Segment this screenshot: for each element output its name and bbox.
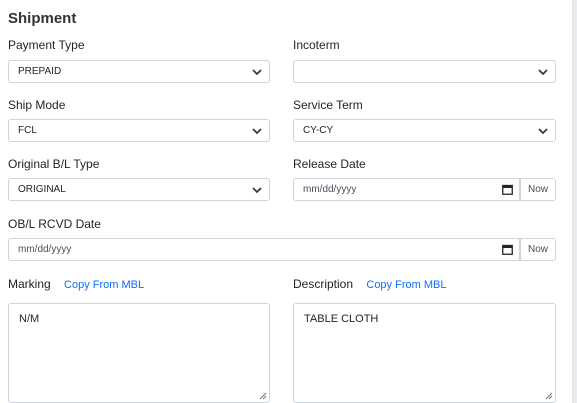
marking-label-row: Marking Copy From MBL [8, 277, 144, 291]
chevron-down-icon [252, 69, 262, 76]
calendar-icon[interactable] [502, 184, 513, 195]
original-bl-type-label: Original B/L Type [8, 157, 100, 171]
ship-mode-select[interactable]: FCL [8, 119, 270, 142]
payment-type-label: Payment Type [8, 38, 85, 52]
marking-textarea[interactable]: N/M [8, 303, 270, 403]
chevron-down-icon [252, 187, 262, 194]
release-date-label: Release Date [293, 157, 366, 171]
description-label: Description [293, 277, 354, 291]
description-textarea[interactable]: TABLE CLOTH [293, 303, 556, 403]
shipment-panel: Shipment Payment Type PREPAID Incoterm S… [0, 0, 572, 403]
ship-mode-value: FCL [18, 125, 37, 136]
payment-type-value: PREPAID [18, 66, 62, 77]
obl-rcvd-date-placeholder: mm/dd/yyyy [18, 244, 72, 255]
marking-value: N/M [19, 313, 40, 325]
ship-mode-label: Ship Mode [8, 98, 66, 112]
service-term-label: Service Term [293, 98, 363, 112]
payment-type-select[interactable]: PREPAID [8, 60, 270, 83]
marking-copy-from-mbl-link[interactable]: Copy From MBL [64, 279, 144, 291]
chevron-down-icon [538, 69, 548, 76]
description-copy-from-mbl-link[interactable]: Copy From MBL [366, 279, 446, 291]
original-bl-type-select[interactable]: ORIGINAL [8, 178, 270, 201]
chevron-down-icon [252, 128, 262, 135]
description-value: TABLE CLOTH [304, 313, 379, 325]
description-label-row: Description Copy From MBL [293, 277, 446, 291]
chevron-down-icon [538, 128, 548, 135]
resize-grip-icon[interactable] [259, 392, 267, 400]
release-date-placeholder: mm/dd/yyyy [303, 184, 357, 195]
incoterm-label: Incoterm [293, 38, 340, 52]
scrollbar-track[interactable] [572, 0, 577, 403]
obl-rcvd-date-input[interactable]: mm/dd/yyyy [8, 238, 520, 261]
marking-label: Marking [8, 277, 51, 291]
section-title: Shipment [8, 10, 77, 27]
resize-grip-icon[interactable] [545, 392, 553, 400]
obl-rcvd-date-label: OB/L RCVD Date [8, 217, 101, 231]
incoterm-select[interactable] [293, 60, 556, 83]
service-term-select[interactable]: CY-CY [293, 119, 556, 142]
original-bl-type-value: ORIGINAL [18, 184, 66, 195]
service-term-value: CY-CY [303, 125, 334, 136]
calendar-icon[interactable] [502, 244, 513, 255]
release-date-now-button[interactable]: Now [520, 178, 556, 201]
release-date-input[interactable]: mm/dd/yyyy [293, 178, 520, 201]
obl-rcvd-date-now-button[interactable]: Now [520, 238, 556, 261]
